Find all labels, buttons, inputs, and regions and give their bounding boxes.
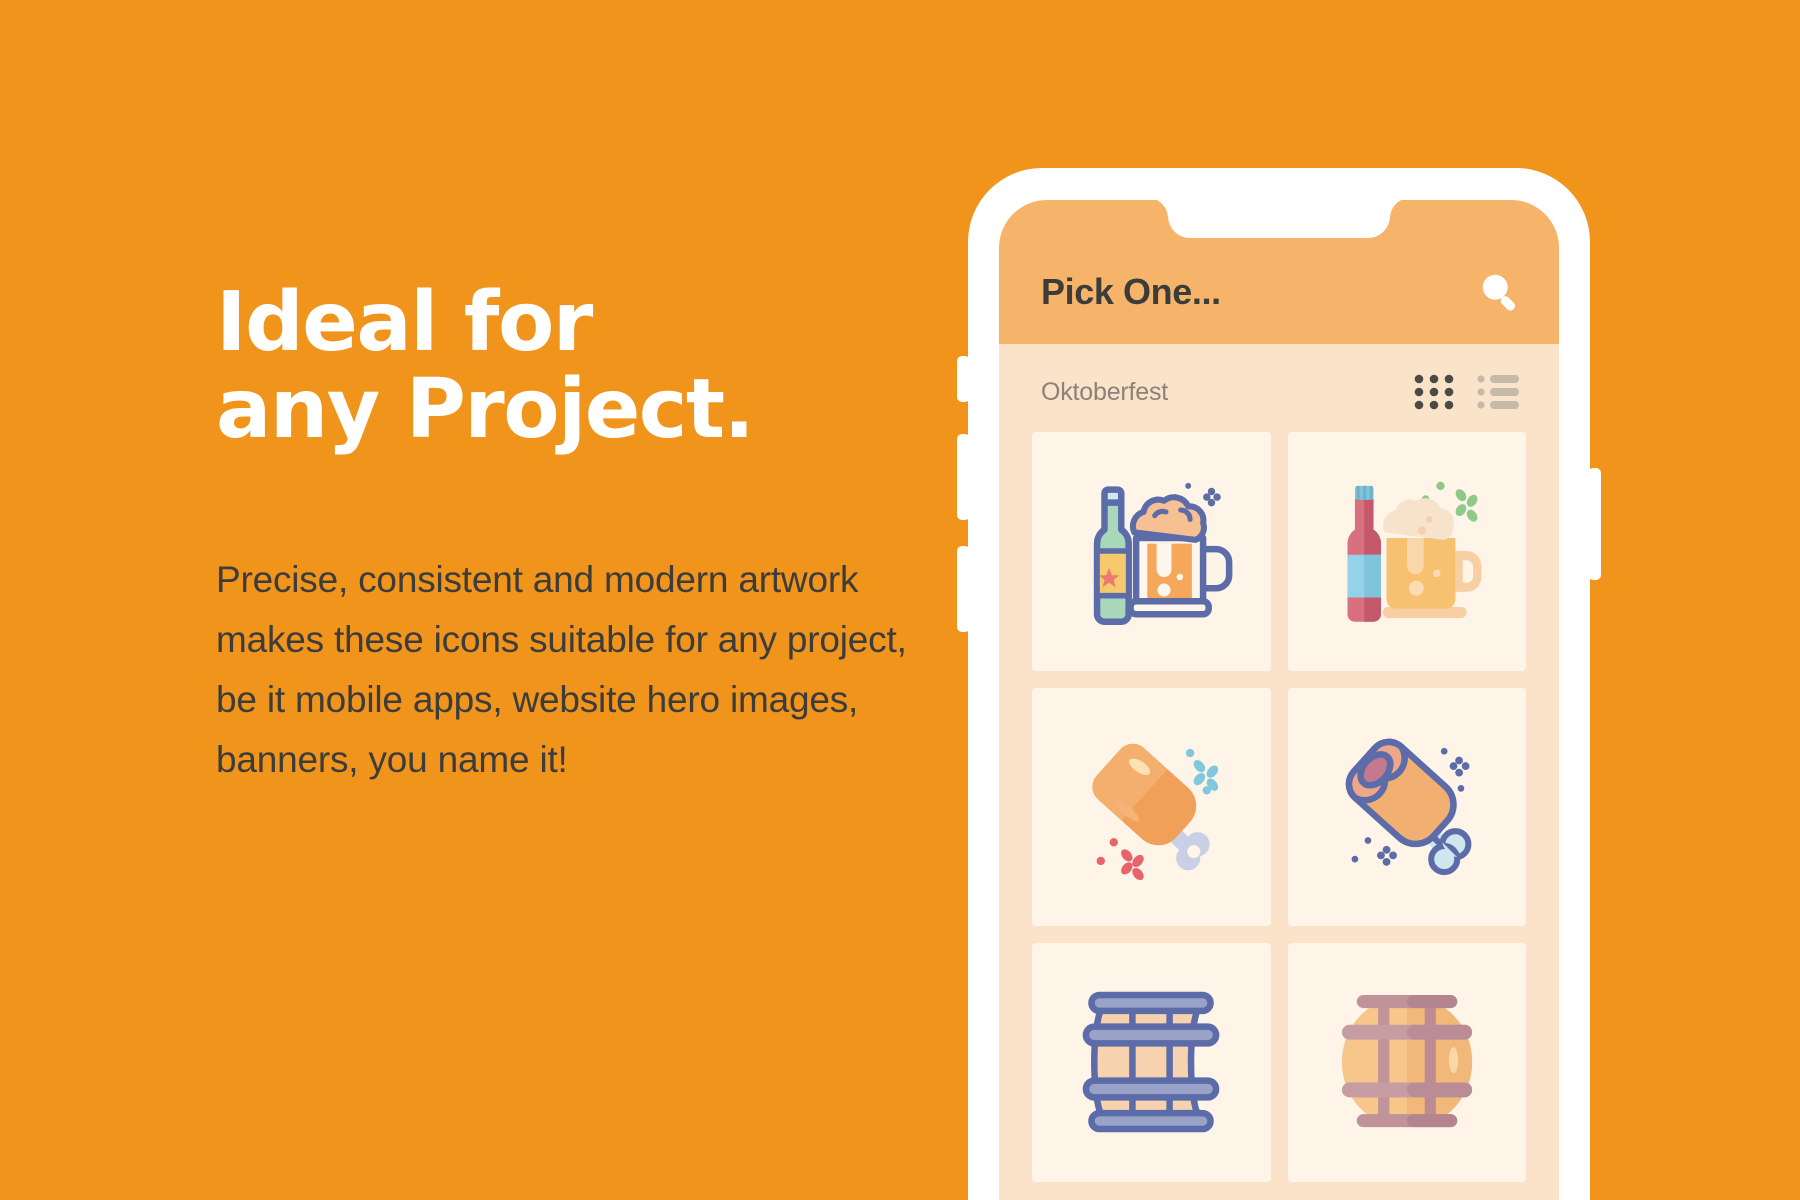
phone-screen: Pick One... Oktoberfest <box>999 200 1559 1200</box>
beer-bottle-and-mug-flat-icon <box>1347 481 1482 622</box>
icon-tile-grid <box>999 420 1559 1182</box>
body-paragraph: Precise, consistent and modern artwork m… <box>216 558 907 780</box>
list-icon[interactable] <box>1477 374 1519 410</box>
tile-beer-barrel-outline[interactable] <box>1032 943 1271 1182</box>
app-header-bar: Pick One... <box>999 200 1559 344</box>
tile-beer-bottle-and-mug-outline[interactable] <box>1032 432 1271 671</box>
marketing-copy-block: Ideal for any Project. Precise, consiste… <box>216 275 976 790</box>
beer-bottle-and-mug-outline-icon <box>1094 483 1233 626</box>
volume-down-button[interactable] <box>957 546 970 632</box>
volume-up-button[interactable] <box>957 434 970 520</box>
power-button[interactable] <box>1588 468 1601 580</box>
view-toggle-group <box>1413 374 1519 410</box>
phone-notch <box>1168 200 1390 238</box>
search-icon[interactable] <box>1477 269 1523 315</box>
mute-switch[interactable] <box>957 356 970 402</box>
ham-hock-outline-icon <box>1345 738 1472 875</box>
app-title: Pick One... <box>1041 271 1221 312</box>
page-title: Ideal for any Project. <box>216 275 755 457</box>
ham-hock-flat-icon <box>1092 743 1219 880</box>
tile-ham-hock-flat[interactable] <box>1032 687 1271 926</box>
beer-barrel-flat-icon <box>1341 995 1472 1128</box>
section-header: Oktoberfest <box>999 344 1559 420</box>
section-title: Oktoberfest <box>1041 377 1169 406</box>
phone-mockup: Pick One... Oktoberfest <box>957 168 1601 1200</box>
tile-beer-bottle-and-mug-flat[interactable] <box>1287 432 1526 671</box>
grid-icon[interactable] <box>1413 374 1455 410</box>
beer-barrel-outline-icon <box>1082 992 1220 1133</box>
tile-beer-barrel-flat[interactable] <box>1287 943 1526 1182</box>
tile-ham-hock-outline[interactable] <box>1287 687 1526 926</box>
